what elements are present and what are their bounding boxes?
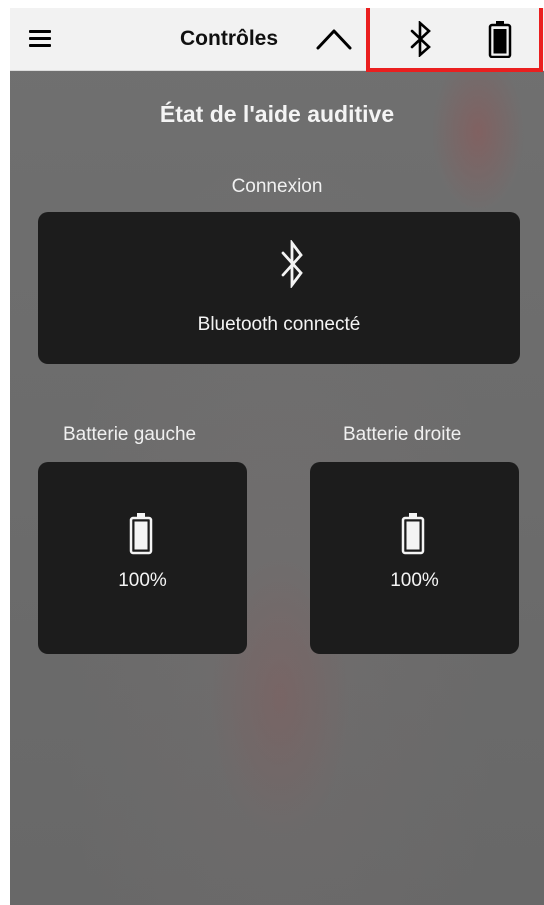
chevron-up-icon bbox=[316, 29, 352, 50]
battery-left-percentage: 100% bbox=[118, 570, 167, 591]
menu-line bbox=[29, 37, 51, 40]
blurred-background bbox=[10, 8, 544, 905]
section-heading: État de l'aide auditive bbox=[159, 101, 395, 127]
bluetooth-icon bbox=[281, 240, 303, 288]
connection-status: Bluetooth connecté bbox=[197, 314, 361, 335]
menu-line bbox=[29, 44, 51, 47]
app-screen: Contrôles État de l'aide auditive Connex… bbox=[10, 8, 544, 905]
battery-left-card[interactable]: 100% bbox=[38, 462, 247, 654]
battery-right-label: Batterie droite bbox=[343, 424, 462, 445]
connection-label: Connexion bbox=[231, 176, 323, 197]
status-icons-highlight bbox=[366, 8, 543, 72]
battery-icon bbox=[129, 513, 153, 555]
battery-left-label: Batterie gauche bbox=[63, 424, 197, 445]
collapse-button[interactable] bbox=[314, 23, 354, 53]
battery-right-percentage: 100% bbox=[390, 570, 439, 591]
battery-icon bbox=[401, 513, 425, 555]
connection-card[interactable]: Bluetooth connecté bbox=[38, 212, 520, 364]
menu-button[interactable] bbox=[29, 28, 61, 50]
menu-line bbox=[29, 30, 51, 33]
battery-right-card[interactable]: 100% bbox=[310, 462, 519, 654]
page-title: Contrôles bbox=[180, 27, 279, 50]
